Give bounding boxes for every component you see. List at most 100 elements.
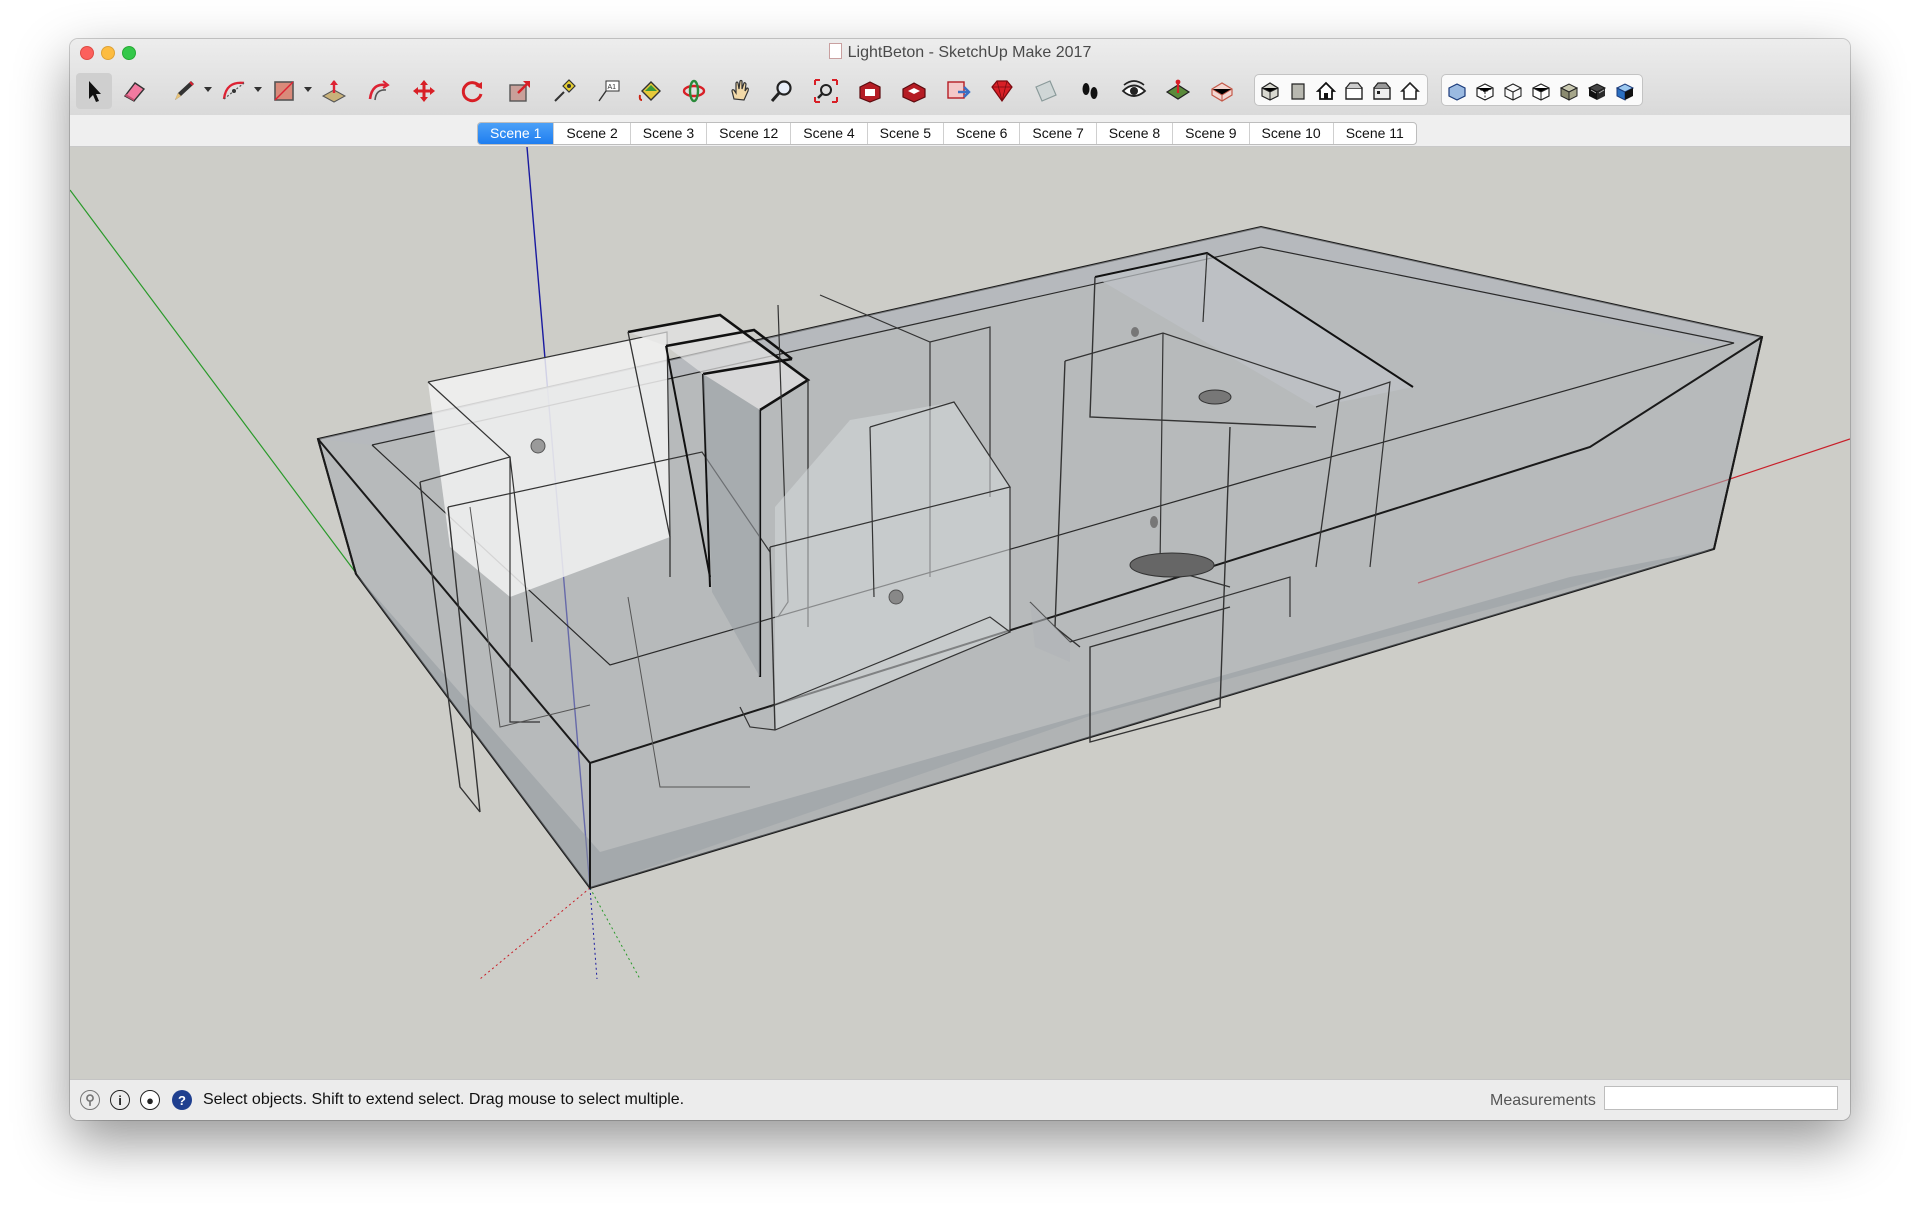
line-tool-caret[interactable]	[204, 87, 212, 92]
green-axis-negative	[589, 887, 641, 980]
offset-icon	[368, 80, 390, 101]
text-label-icon: A1	[598, 80, 620, 102]
scene-tab-scene-2[interactable]: Scene 2	[554, 123, 631, 144]
eye-icon	[1121, 80, 1147, 97]
tape-measure-tool-button[interactable]	[546, 73, 582, 109]
top-view-button[interactable]	[1285, 78, 1311, 104]
paint-bucket-icon	[638, 81, 661, 101]
sandbox-tool-button[interactable]	[1204, 73, 1240, 109]
front-view-button[interactable]	[1313, 78, 1339, 104]
rectangle-icon	[274, 81, 294, 101]
paint-bucket-tool-button[interactable]	[632, 73, 668, 109]
concrete-box-model[interactable]	[316, 225, 1764, 890]
scene-tab-scene-7[interactable]: Scene 7	[1020, 123, 1097, 144]
rectangle-tool-caret[interactable]	[304, 87, 312, 92]
text-tool-button[interactable]: A1	[590, 73, 626, 109]
extension-warehouse-button[interactable]	[940, 73, 976, 109]
scene-tabs: Scene 1 Scene 2 Scene 3 Scene 12 Scene 4 Scen…	[477, 122, 1417, 145]
window-title: LightBeton - SketchUp Make 2017	[847, 44, 1092, 61]
arc-icon	[222, 81, 245, 100]
back-edges-style-button[interactable]	[1472, 78, 1498, 104]
arc-tool-button[interactable]	[216, 73, 252, 109]
window-title-bar: LightBeton - SketchUp Make 2017	[70, 42, 1850, 64]
iso-view-button[interactable]	[1257, 78, 1283, 104]
scene-tab-scene-4[interactable]: Scene 4	[791, 123, 868, 144]
hidden-line-style-icon	[1532, 83, 1550, 101]
move-arrows-icon	[413, 80, 435, 102]
left-view-button[interactable]	[1397, 78, 1423, 104]
rotate-tool-button[interactable]	[454, 73, 490, 109]
scene-tabs-bar: Scene 1 Scene 2 Scene 3 Scene 12 Scene 4 Scen…	[70, 115, 1850, 147]
status-bar: ⚲ i ● ? Select objects. Shift to extend …	[70, 1079, 1850, 1120]
zoom-tool-button[interactable]	[764, 73, 800, 109]
sketchup-window: LightBeton - SketchUp Make 2017 A1 Scene…	[70, 39, 1850, 1120]
help-icon[interactable]: ?	[172, 1090, 192, 1110]
pan-tool-button[interactable]	[722, 73, 758, 109]
pencil-icon	[175, 81, 194, 100]
footprints-icon	[1082, 83, 1098, 99]
status-hint-text: Select objects. Shift to extend select. …	[203, 1091, 685, 1108]
extension-warehouse-icon	[947, 81, 971, 99]
scene-tab-scene-9[interactable]: Scene 9	[1173, 123, 1250, 144]
scene-tab-scene-5[interactable]: Scene 5	[868, 123, 945, 144]
scene-tab-scene-6[interactable]: Scene 6	[944, 123, 1021, 144]
tape-measure-icon	[554, 79, 576, 102]
select-tool-button[interactable]	[76, 73, 112, 109]
iso-view-icon	[1261, 82, 1279, 101]
scale-tool-button[interactable]	[502, 73, 538, 109]
shaded-textures-style-icon	[1587, 83, 1607, 100]
scene-tab-scene-3[interactable]: Scene 3	[631, 123, 708, 144]
measurements-label: Measurements	[1490, 1092, 1596, 1109]
offset-tool-button[interactable]	[360, 73, 396, 109]
share-model-icon	[902, 82, 926, 103]
walk-tool-button[interactable]	[1072, 73, 1108, 109]
eraser-tool-button[interactable]	[116, 73, 152, 109]
3d-warehouse-button[interactable]	[852, 73, 888, 109]
shaded-style-icon	[1559, 83, 1579, 101]
monochrome-style-icon	[1615, 83, 1635, 101]
views-toolbar	[1254, 74, 1428, 106]
geo-location-icon[interactable]: ⚲	[80, 1090, 100, 1110]
line-tool-button[interactable]	[166, 73, 202, 109]
monochrome-style-button[interactable]	[1612, 78, 1638, 104]
svg-text:A1: A1	[608, 84, 617, 91]
arc-tool-caret[interactable]	[254, 87, 262, 92]
scale-icon	[509, 81, 530, 102]
hidden-line-style-button[interactable]	[1528, 78, 1554, 104]
credits-icon[interactable]: i	[110, 1090, 130, 1110]
hand-icon	[731, 79, 749, 101]
back-edges-style-icon	[1476, 83, 1494, 101]
right-view-icon	[1345, 82, 1363, 100]
xray-style-button[interactable]	[1444, 78, 1470, 104]
push-pull-tool-button[interactable]	[316, 73, 352, 109]
position-camera-icon	[1165, 79, 1191, 100]
wireframe-style-button[interactable]	[1500, 78, 1526, 104]
move-tool-button[interactable]	[406, 73, 442, 109]
shaded-style-button[interactable]	[1556, 78, 1582, 104]
modeling-viewport[interactable]	[70, 147, 1850, 1079]
position-camera-tool-button[interactable]	[1160, 73, 1196, 109]
shaded-textures-style-button[interactable]	[1584, 78, 1610, 104]
zoom-extents-tool-button[interactable]	[808, 73, 844, 109]
look-around-tool-button[interactable]	[1116, 73, 1152, 109]
title-bar: LightBeton - SketchUp Make 2017 A1	[70, 39, 1850, 116]
measurements-input[interactable]	[1604, 1086, 1838, 1110]
scene-tab-scene-11[interactable]: Scene 11	[1334, 123, 1416, 144]
rectangle-tool-button[interactable]	[266, 73, 302, 109]
ruby-icon	[991, 80, 1013, 103]
share-model-button[interactable]	[896, 73, 932, 109]
ruby-console-button[interactable]	[984, 73, 1020, 109]
scene-tab-scene-10[interactable]: Scene 10	[1250, 123, 1334, 144]
scene-tab-scene-1[interactable]: Scene 1	[478, 123, 555, 144]
orbit-tool-button[interactable]	[676, 73, 712, 109]
eraser-icon	[123, 82, 146, 102]
right-view-button[interactable]	[1341, 78, 1367, 104]
scene-tab-scene-12[interactable]: Scene 12	[707, 123, 792, 144]
section-plane-tool-button[interactable]	[1028, 73, 1064, 109]
back-view-icon	[1373, 82, 1391, 100]
scene-tab-scene-8[interactable]: Scene 8	[1097, 123, 1174, 144]
user-account-icon[interactable]: ●	[140, 1090, 160, 1110]
document-icon	[828, 43, 842, 59]
back-view-button[interactable]	[1369, 78, 1395, 104]
styles-toolbar	[1441, 74, 1643, 106]
